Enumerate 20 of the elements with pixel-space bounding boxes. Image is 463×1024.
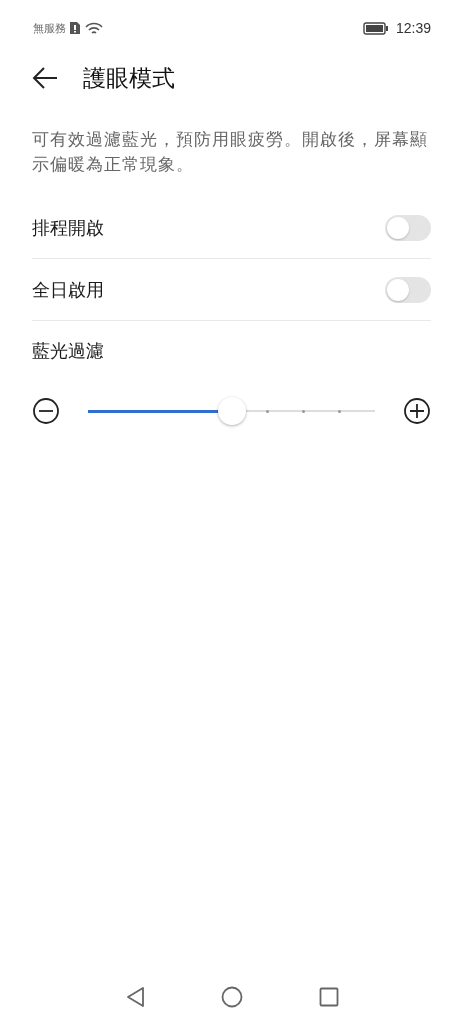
- slider-track[interactable]: [88, 397, 375, 425]
- slider-thumb[interactable]: [217, 397, 246, 425]
- back-nav-button[interactable]: [124, 986, 145, 1008]
- increase-button[interactable]: [403, 397, 431, 425]
- back-button[interactable]: [31, 66, 59, 90]
- toggle-switch[interactable]: [385, 276, 431, 303]
- wifi-icon: [84, 21, 104, 35]
- slider-label: 藍光過濾: [32, 339, 105, 363]
- recents-button[interactable]: [318, 987, 339, 1007]
- carrier-text: 無服務: [33, 20, 66, 36]
- clock-time: 12:39: [395, 20, 431, 36]
- battery-icon: [362, 21, 389, 35]
- sim-icon: [70, 22, 80, 34]
- setting-label: 排程開啟: [32, 215, 104, 240]
- decrease-button[interactable]: [32, 397, 60, 425]
- home-button[interactable]: [220, 986, 243, 1008]
- setting-label: 全日啟用: [32, 277, 104, 302]
- toggle-switch[interactable]: [385, 214, 431, 241]
- page-title: 護眼模式: [83, 63, 175, 93]
- description-text: 可有效過濾藍光，預防用眼疲勞。開啟後，屏幕顯示偏暖為正常現象。: [32, 129, 429, 176]
